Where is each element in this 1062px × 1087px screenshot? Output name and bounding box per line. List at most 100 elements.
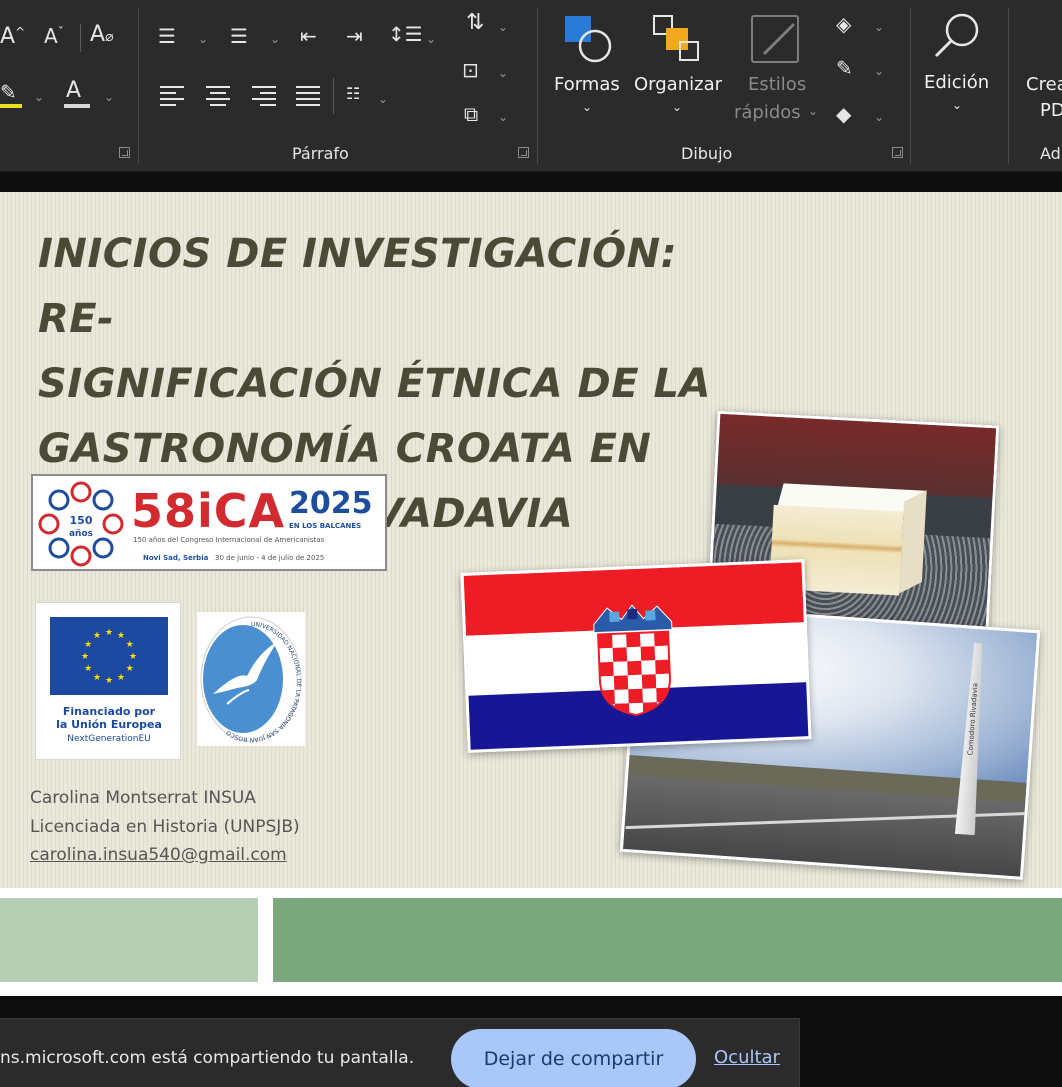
- drawing-dialog-launcher-icon[interactable]: [892, 147, 903, 158]
- hide-link[interactable]: Ocultar: [714, 1047, 780, 1068]
- checker-square: [654, 631, 669, 647]
- screen: A^ Aˇ A⌀ ✎ ⌄ A ⌄ ☰ ⌄ ☰ ⌄ ⇤ ⇥ ↕☰ ⌄ ☷ ⌄ ⇅ …: [0, 0, 1062, 1087]
- align-right-icon[interactable]: [252, 86, 276, 106]
- drawing-group-label: Dibujo: [681, 144, 733, 163]
- checker-square: [641, 674, 657, 689]
- screen-sharing-bar: ns.microsoft.com está compartiendo tu pa…: [0, 1018, 800, 1087]
- checker-square: [613, 661, 628, 676]
- numbering-icon[interactable]: ☰: [230, 26, 248, 46]
- font-color-button[interactable]: A: [66, 80, 81, 102]
- checker-square: [640, 646, 656, 661]
- checker-square: [640, 632, 655, 647]
- eu-star-icon: ★: [84, 664, 92, 674]
- justify-icon[interactable]: [296, 86, 320, 106]
- shape-effects-icon[interactable]: ◆: [836, 104, 851, 124]
- adobe-group-label: Ad: [1040, 144, 1061, 163]
- line-spacing-icon[interactable]: ↕☰: [388, 24, 423, 44]
- sharing-message: ns.microsoft.com está compartiendo tu pa…: [0, 1048, 415, 1068]
- align-center-icon[interactable]: [206, 86, 230, 106]
- checker-square: [626, 646, 642, 662]
- ica-year: 2025: [289, 486, 373, 521]
- chevron-down-icon[interactable]: ⌄: [198, 32, 208, 46]
- quick-styles-icon: [751, 15, 799, 63]
- eu-line-2: la Unión Europea: [56, 718, 162, 731]
- chevron-down-icon[interactable]: ⌄: [874, 64, 884, 78]
- editor-background: [0, 172, 1062, 192]
- eu-funding-logo[interactable]: ★ ★ ★ ★ ★ ★ ★ ★ ★ ★ ★ ★ Financiado por la Unión Eur…: [35, 602, 181, 760]
- eu-star-icon: ★: [117, 631, 125, 641]
- font-color-swatch: [64, 104, 90, 108]
- chevron-down-icon[interactable]: ⌄: [104, 90, 114, 104]
- highlight-pen-icon[interactable]: ✎: [0, 82, 17, 102]
- checker-square: [612, 647, 628, 662]
- font-dialog-launcher-icon[interactable]: [119, 147, 130, 158]
- chevron-down-icon: ⌄: [582, 100, 593, 114]
- stop-sharing-button[interactable]: Dejar de compartir: [451, 1029, 696, 1087]
- chevron-down-icon[interactable]: ⌄: [498, 110, 508, 124]
- chevron-down-icon[interactable]: ⌄: [874, 110, 884, 124]
- eu-flag-icon: ★ ★ ★ ★ ★ ★ ★ ★ ★ ★ ★ ★: [50, 617, 168, 695]
- grow-font-button[interactable]: A^: [0, 26, 25, 48]
- paragraph-group-label: Párrafo: [292, 144, 349, 163]
- checker-square: [654, 645, 670, 661]
- shrink-font-button[interactable]: Aˇ: [44, 26, 64, 46]
- group-divider: [138, 8, 139, 164]
- eu-star-icon: ★: [93, 673, 101, 683]
- shape-fill-icon[interactable]: ◈: [836, 14, 851, 34]
- title-line: SIGNIFICACIÓN ÉTNICA DE LA: [38, 361, 711, 407]
- shape-outline-icon[interactable]: ✎: [836, 58, 853, 78]
- columns-icon[interactable]: ☷: [346, 86, 360, 102]
- chevron-down-icon[interactable]: ⌄: [34, 90, 44, 104]
- eu-star-icon: ★: [126, 640, 134, 650]
- chevron-down-icon: ⌄: [808, 104, 819, 118]
- eu-star-icon: ★: [93, 631, 101, 641]
- paragraph-dialog-launcher-icon[interactable]: [518, 147, 529, 158]
- chevron-down-icon[interactable]: ⌄: [498, 66, 508, 80]
- checker-square: [626, 632, 641, 648]
- eu-star-icon: ★: [84, 640, 92, 650]
- slide[interactable]: INICIOS DE INVESTIGACIÓN: RE- SIGNIFICAC…: [0, 192, 1062, 996]
- group-divider: [537, 8, 538, 164]
- shapes-icon: [565, 16, 612, 63]
- chevron-down-icon[interactable]: ⌄: [426, 32, 436, 46]
- eu-star-icon: ★: [105, 628, 113, 638]
- group-divider: [1008, 8, 1009, 164]
- ica-subtitle: 150 años del Congreso Internacional de A…: [133, 536, 325, 544]
- decrease-indent-icon[interactable]: ⇤: [300, 26, 317, 46]
- checker-square: [598, 647, 614, 663]
- badge-word: años: [69, 529, 93, 539]
- increase-indent-icon[interactable]: ⇥: [346, 26, 363, 46]
- editor-background: [801, 1020, 1062, 1087]
- text-direction-icon[interactable]: ⇅: [466, 12, 484, 34]
- croatia-flag-photo[interactable]: [460, 559, 812, 753]
- croatian-coat-of-arms-icon: [593, 604, 673, 717]
- chevron-down-icon[interactable]: ⌄: [270, 32, 280, 46]
- badge-number: 150: [70, 514, 93, 527]
- chevron-down-icon[interactable]: ⌄: [498, 20, 508, 34]
- eu-star-icon: ★: [105, 676, 113, 686]
- title-line: INICIOS DE INVESTIGACIÓN: RE-: [38, 231, 678, 342]
- ica-place-dates: Novi Sad, Serbia 30 de junio - 4 de juli…: [143, 554, 325, 562]
- checker-square: [655, 673, 671, 689]
- author-email-link[interactable]: carolina.insua540@gmail.com: [30, 845, 287, 865]
- ribbon: A^ Aˇ A⌀ ✎ ⌄ A ⌄ ☰ ⌄ ☰ ⌄ ⇤ ⇥ ↕☰ ⌄ ☷ ⌄ ⇅ …: [0, 0, 1062, 172]
- search-icon: [934, 13, 979, 58]
- ica-2025-logo[interactable]: 150 años 58iCA 2025 EN LOS BALCANES 150 …: [31, 474, 387, 571]
- checker-square: [627, 660, 642, 676]
- chevron-down-icon[interactable]: ⌄: [874, 20, 884, 34]
- highlight-color-swatch: [0, 104, 22, 108]
- eu-star-icon: ★: [81, 652, 89, 662]
- bullets-icon[interactable]: ☰: [158, 26, 176, 46]
- chevron-down-icon: ⌄: [952, 98, 963, 112]
- checker-square: [612, 633, 627, 648]
- clear-formatting-icon[interactable]: A⌀: [90, 24, 114, 46]
- align-left-icon[interactable]: [160, 86, 184, 106]
- eu-star-icon: ★: [117, 673, 125, 683]
- arrange-icon: [653, 15, 699, 61]
- eu-line-3: NextGenerationEU: [67, 734, 151, 744]
- align-text-icon[interactable]: ⊡: [462, 60, 479, 80]
- university-logo[interactable]: UNIVERSIDAD NACIONAL DE LA PATAGONIA SAN…: [197, 612, 305, 746]
- smartart-icon[interactable]: ⧉: [464, 104, 478, 124]
- chevron-down-icon[interactable]: ⌄: [378, 92, 388, 106]
- eu-line-1: Financiado por: [62, 705, 156, 718]
